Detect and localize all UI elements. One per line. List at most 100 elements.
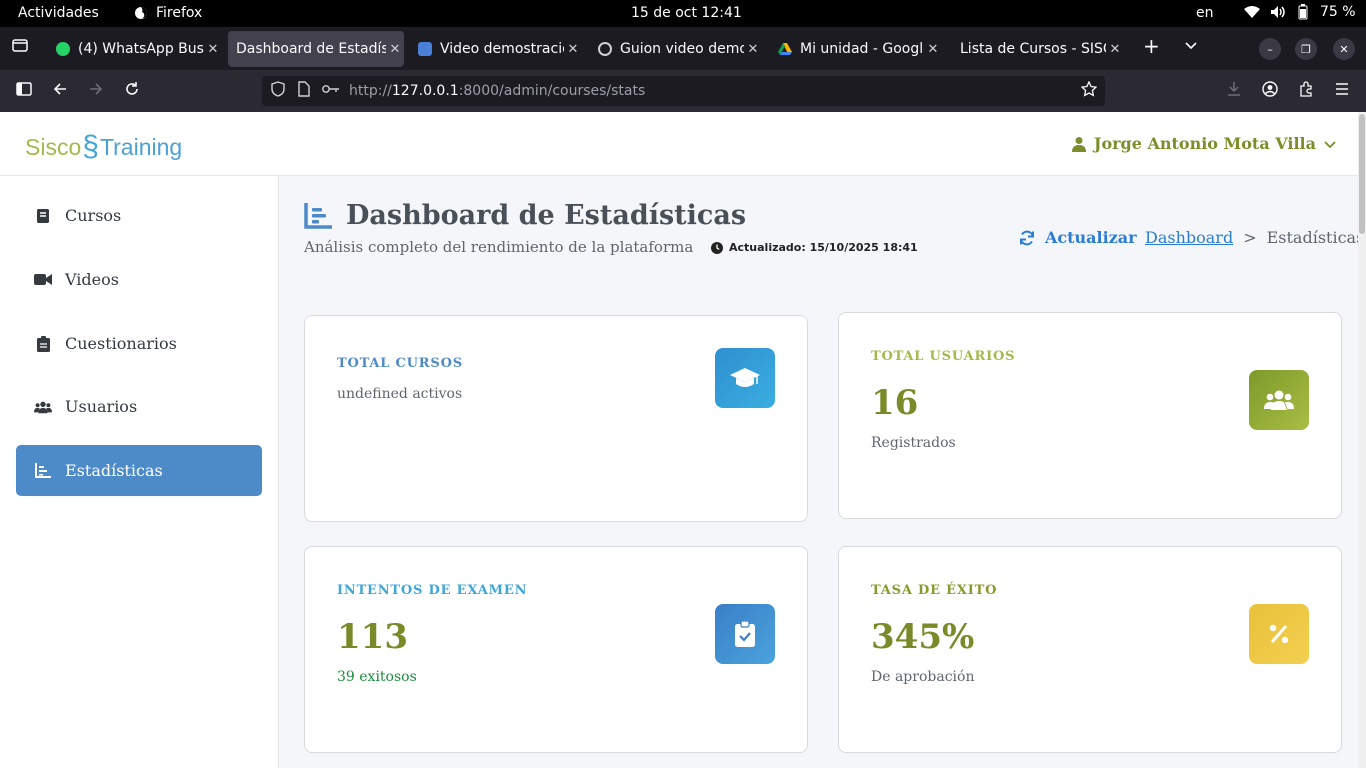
bookmark-star-icon[interactable] <box>1080 80 1098 101</box>
users-group-icon <box>1249 370 1309 430</box>
clipboard-check-icon <box>715 604 775 664</box>
users-icon <box>34 400 52 414</box>
page-info-icon[interactable] <box>298 81 310 101</box>
tab-title: Dashboard de Estadís <box>236 41 386 57</box>
stat-label: TOTAL CURSOS <box>337 356 463 371</box>
close-tab-icon[interactable]: ✕ <box>924 42 942 57</box>
sidebar-item-videos[interactable]: Videos <box>16 254 262 305</box>
minimize-icon[interactable]: – <box>1259 38 1281 60</box>
sidebar-item-cursos[interactable]: Cursos <box>16 190 262 241</box>
user-name: Jorge Antonio Mota Villa <box>1093 134 1316 153</box>
refresh-button[interactable]: Actualizar <box>1019 228 1137 247</box>
graduation-cap-icon <box>715 348 775 408</box>
battery-icon <box>1298 4 1308 20</box>
close-window-icon[interactable]: ✕ <box>1333 38 1355 60</box>
sidebar-item-estadisticas[interactable]: Estadísticas <box>16 445 262 496</box>
wifi-icon <box>1244 6 1260 18</box>
tab-title: (4) WhatsApp Busi <box>78 41 204 57</box>
app-menu[interactable]: Firefox <box>134 5 202 21</box>
permissions-key-icon[interactable] <box>322 83 340 99</box>
back-arrow-icon[interactable] <box>52 81 68 101</box>
new-tab-icon[interactable]: + <box>1143 34 1160 58</box>
close-tab-icon[interactable]: ✕ <box>204 42 222 57</box>
chevron-down-icon <box>1324 140 1336 148</box>
stat-subtext: 39 exitosos <box>337 669 417 685</box>
video-camera-icon <box>34 273 52 286</box>
app-name: Firefox <box>156 5 203 21</box>
stat-subtext: De aprobación <box>871 669 975 685</box>
refresh-label: Actualizar <box>1045 228 1137 247</box>
sidebar-item-usuarios[interactable]: Usuarios <box>16 381 262 432</box>
openai-icon <box>598 42 612 56</box>
breadcrumb-separator: > <box>1243 228 1257 247</box>
stat-card-intentos-examen: INTENTOS DE EXAMEN 113 39 exitosos <box>304 546 808 753</box>
page-subtitle: Análisis completo del rendimiento de la … <box>304 238 694 256</box>
tab-title: Mi unidad - Google <box>800 41 924 57</box>
tab-video-demo[interactable]: Video demostracio ✕ <box>410 31 582 67</box>
close-tab-icon[interactable]: ✕ <box>386 42 404 57</box>
stat-label: TOTAL USUARIOS <box>871 349 1016 364</box>
sidebar-item-label: Estadísticas <box>65 461 163 480</box>
firefox-icon <box>135 7 147 19</box>
sidebar-item-label: Cuestionarios <box>65 334 177 353</box>
stat-card-total-cursos: TOTAL CURSOS undefined activos <box>304 315 808 522</box>
sisco-training-logo[interactable]: Sisco § Training <box>25 130 182 164</box>
activities-button[interactable]: Actividades <box>18 5 99 21</box>
forward-arrow-icon[interactable] <box>88 81 104 101</box>
page-title: Dashboard de Estadísticas <box>304 200 746 231</box>
last-updated: Actualizado: 15/10/2025 18:41 <box>711 241 918 254</box>
close-tab-icon[interactable]: ✕ <box>1106 42 1124 57</box>
clock[interactable]: 15 de oct 12:41 <box>631 5 742 21</box>
account-icon[interactable] <box>1262 81 1278 101</box>
app-header: Sisco § Training Jorge Antonio Mota Vill… <box>0 112 1366 176</box>
keyboard-language[interactable]: en <box>1196 5 1214 21</box>
stat-value: 345% <box>871 617 975 657</box>
close-tab-icon[interactable]: ✕ <box>744 42 762 57</box>
page-scrollbar[interactable] <box>1358 112 1366 768</box>
list-tabs-icon[interactable] <box>1184 37 1198 56</box>
sidebar: Cursos Videos Cuestionarios Usuarios Est… <box>0 176 279 768</box>
sidebar-item-label: Usuarios <box>65 397 138 416</box>
browser-tab-strip: (4) WhatsApp Busi ✕ Dashboard de Estadís… <box>0 27 1366 70</box>
sidebar-item-label: Cursos <box>65 206 122 225</box>
percent-icon <box>1249 604 1309 664</box>
tab-lista-cursos[interactable]: Lista de Cursos - SISCO ✕ <box>952 31 1124 67</box>
url-text: http://127.0.0.1:8000/admin/courses/stat… <box>349 83 646 99</box>
firefox-view-icon[interactable] <box>12 37 28 57</box>
restore-icon[interactable]: ❐ <box>1295 38 1317 60</box>
volume-icon <box>1271 6 1285 18</box>
tab-guion[interactable]: Guion video demo ✕ <box>590 31 762 67</box>
bar-chart-icon <box>304 202 332 229</box>
scrollbar-thumb[interactable] <box>1359 114 1365 234</box>
os-top-bar: Actividades Firefox 15 de oct 12:41 en 7… <box>0 0 1366 27</box>
close-tab-icon[interactable]: ✕ <box>564 42 582 57</box>
drive-icon <box>778 42 792 56</box>
last-updated-text: Actualizado: 15/10/2025 18:41 <box>729 241 918 254</box>
stat-subtext: Registrados <box>871 435 956 451</box>
browser-nav-bar: http://127.0.0.1:8000/admin/courses/stat… <box>0 70 1366 112</box>
trello-icon <box>418 42 432 56</box>
tab-title: Video demostracio <box>440 41 564 57</box>
stat-value: 113 <box>337 617 408 657</box>
breadcrumb-dashboard-link[interactable]: Dashboard <box>1145 228 1233 247</box>
tab-whatsapp[interactable]: (4) WhatsApp Busi ✕ <box>48 31 222 67</box>
hamburger-menu-icon[interactable] <box>1334 81 1350 101</box>
reload-icon[interactable] <box>124 81 140 101</box>
sync-icon <box>1020 230 1034 245</box>
tab-drive[interactable]: Mi unidad - Google ✕ <box>770 31 942 67</box>
tab-dashboard[interactable]: Dashboard de Estadís ✕ <box>228 31 404 67</box>
extensions-icon[interactable] <box>1298 81 1314 101</box>
stat-label: INTENTOS DE EXAMEN <box>337 583 528 598</box>
user-icon <box>1071 136 1086 152</box>
downloads-icon[interactable] <box>1226 81 1242 101</box>
page-title-text: Dashboard de Estadísticas <box>346 200 747 231</box>
clock-icon <box>711 241 723 254</box>
tracking-protection-icon[interactable] <box>271 81 285 101</box>
system-tray[interactable]: 75 % <box>1244 4 1356 20</box>
sidebar-toggle-icon[interactable] <box>16 81 32 101</box>
sidebar-item-label: Videos <box>65 270 119 289</box>
url-bar[interactable]: http://127.0.0.1:8000/admin/courses/stat… <box>262 76 1105 106</box>
user-menu[interactable]: Jorge Antonio Mota Villa <box>1071 134 1336 153</box>
sidebar-item-cuestionarios[interactable]: Cuestionarios <box>16 318 262 369</box>
stat-subtext: undefined activos <box>337 386 463 402</box>
